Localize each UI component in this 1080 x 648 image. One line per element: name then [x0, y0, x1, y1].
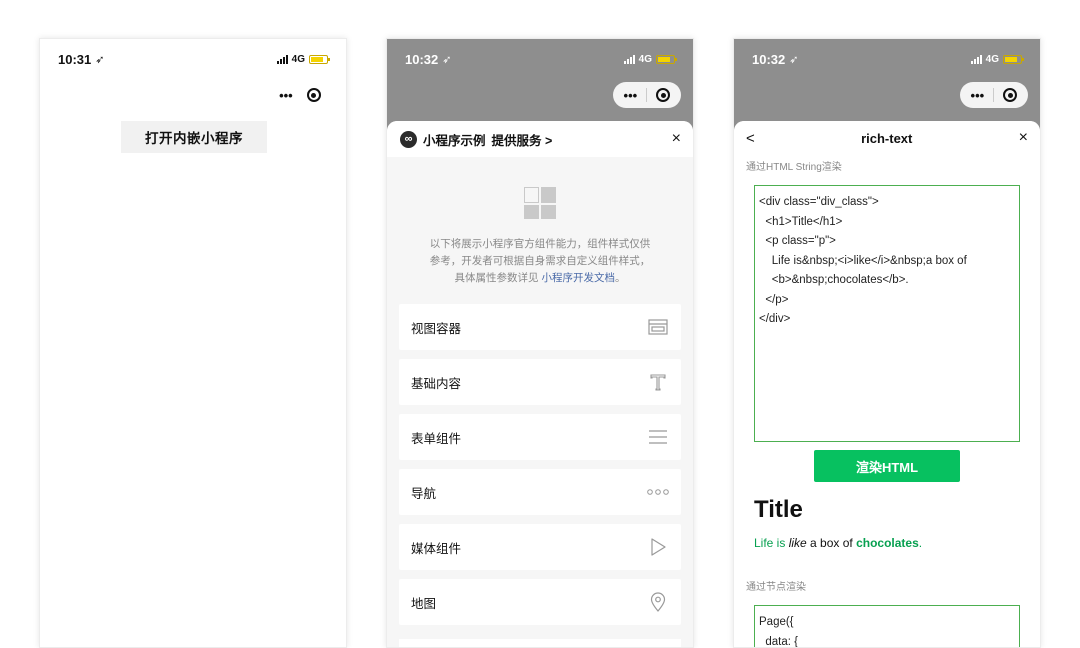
nodes-code-box: Page({ data: { [754, 605, 1020, 647]
status-right: 4G [276, 53, 330, 65]
network-label: 4G [985, 53, 999, 65]
rich-text-body: 通过HTML String渲染 <div class="div_class"> … [734, 155, 1040, 647]
miniprogram-logo-icon: ∞ [400, 130, 417, 148]
menu-item-map[interactable]: 地图 [399, 579, 681, 625]
rendered-paragraph: Life is like a box of chocolates. [754, 536, 923, 550]
page-title: rich-text [861, 130, 913, 146]
more-dots-icon[interactable]: ••• [624, 88, 638, 103]
status-bar: 10:32 ➶ 4G [734, 39, 1040, 79]
signal-icon [623, 54, 635, 64]
menu-item-form-components[interactable]: 表单组件 [399, 414, 681, 460]
nodes-render-label: 通过节点渲染 [746, 582, 806, 593]
close-icon[interactable]: × [1019, 129, 1028, 147]
phone-screen-3: 10:32 ➶ 4G ••• < rich-text × 通过HTML Strin… [733, 38, 1041, 648]
capsule-divider [646, 88, 648, 102]
next-menu-item-peek [399, 639, 681, 647]
dev-docs-link[interactable]: 小程序开发文档 [541, 272, 615, 284]
back-icon[interactable]: < [746, 130, 755, 147]
status-right: 4G [970, 53, 1024, 65]
dots-icon [647, 483, 669, 501]
rich-text-header: < rich-text × [734, 121, 1040, 155]
status-bar: 10:32 ➶ 4G [387, 39, 693, 79]
close-target-icon[interactable] [306, 88, 321, 102]
rendered-title: Title [754, 496, 803, 523]
render-html-button[interactable]: 渲染HTML [814, 450, 960, 482]
close-target-icon[interactable] [1003, 88, 1018, 102]
html-string-textarea[interactable]: <div class="div_class"> <h1>Title</h1> <… [754, 185, 1020, 442]
intro-section: 以下将展示小程序官方组件能力，组件样式仅供 参考，开发者可根据自身需求自定义组件… [387, 157, 693, 287]
brand-name: 小程序示例 [423, 133, 486, 148]
signal-icon [970, 54, 982, 64]
menu-item-view-container[interactable]: 视图容器 [399, 304, 681, 350]
menu-item-media[interactable]: 媒体组件 [399, 524, 681, 570]
list-lines-icon [647, 428, 669, 446]
view-container-icon [647, 318, 669, 336]
text-icon [647, 373, 669, 391]
menu-item-navigation[interactable]: 导航 [399, 469, 681, 515]
network-label: 4G [291, 53, 305, 65]
location-arrow-icon: ➶ [442, 53, 452, 66]
mini-program-capsule: ••• [613, 82, 681, 108]
more-dots-icon[interactable]: ••• [971, 88, 985, 103]
menu-item-basic-content[interactable]: 基础内容 [399, 359, 681, 405]
html-string-label: 通过HTML String渲染 [746, 162, 842, 173]
location-arrow-icon: ➶ [789, 53, 799, 66]
mini-program-capsule: ••• [960, 82, 1028, 108]
open-embedded-miniprogram-button[interactable]: 打开内嵌小程序 [121, 121, 267, 153]
network-label: 4G [638, 53, 652, 65]
half-screen-sheet: < rich-text × 通过HTML String渲染 <div class… [734, 121, 1040, 647]
status-bar: 10:31 ➶ 4G [40, 39, 346, 79]
battery-icon [1003, 54, 1024, 64]
battery-icon [309, 54, 330, 64]
close-icon[interactable]: × [672, 130, 681, 148]
capsule-divider [993, 88, 995, 102]
half-screen-sheet: ∞ 小程序示例 提供服务 > × 以下将展示小程序官方组件能力，组件样式仅供 参… [387, 121, 693, 647]
brand-service: 提供服务 > [491, 133, 553, 148]
status-time: 10:31 ➶ [58, 51, 105, 67]
brand[interactable]: ∞ 小程序示例 提供服务 > [400, 130, 552, 149]
status-time: 10:32 ➶ [405, 51, 452, 67]
battery-icon [656, 54, 677, 64]
grid-logo-icon [524, 187, 556, 219]
status-right: 4G [623, 53, 677, 65]
component-menu: 视图容器 基础内容 表单组件 导航 媒体组件 地图 [399, 304, 681, 634]
more-dots-icon[interactable]: ••• [279, 88, 293, 103]
phone-screen-2: 10:32 ➶ 4G ••• ∞ 小程序示例 提供服务 > × 以下将展示小程序官… [386, 38, 694, 648]
location-arrow-icon: ➶ [95, 53, 105, 66]
status-time: 10:32 ➶ [752, 51, 799, 67]
mini-program-capsule: ••• [266, 82, 334, 108]
intro-text: 以下将展示小程序官方组件能力，组件样式仅供 参考，开发者可根据自身需求自定义组件… [429, 238, 651, 284]
close-target-icon[interactable] [656, 88, 671, 102]
play-icon [647, 538, 669, 556]
map-pin-icon [647, 592, 669, 612]
sheet-header: ∞ 小程序示例 提供服务 > × [387, 121, 693, 157]
phone-screen-1: 10:31 ➶ 4G ••• 打开内嵌小程序 [39, 38, 347, 648]
signal-icon [276, 54, 288, 64]
